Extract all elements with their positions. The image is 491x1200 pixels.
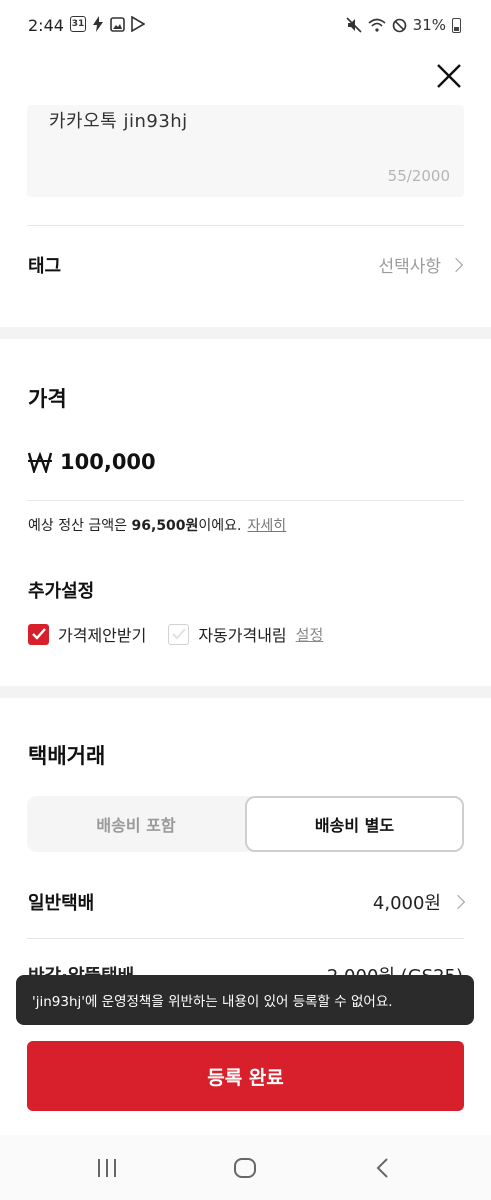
bolt-icon — [93, 16, 103, 32]
auto-price-drop-checkbox[interactable]: 자동가격내림 설정 — [168, 622, 323, 646]
tag-label: 태그 — [28, 256, 62, 277]
extra-settings-title: 추가설정 — [28, 581, 95, 602]
status-system-icons: 31% — [346, 16, 461, 34]
calendar-icon: 31 — [70, 16, 86, 32]
auto-price-drop-label: 자동가격내림 — [198, 626, 287, 645]
price-offer-checkbox[interactable]: 가격제안받기 — [28, 622, 146, 646]
shipping-option-price: 4,000원 — [372, 893, 441, 914]
shipping-fee-toggle: 배송비 포함 배송비 별도 — [27, 796, 464, 852]
price-amount: 100,000 — [60, 450, 156, 474]
toast-message: 'jin93hj'에 운영정책을 위반하는 내용이 있어 등록할 수 없어요. — [32, 994, 393, 1010]
status-bar: 2:44 31 31% — [0, 0, 491, 52]
setting-link[interactable]: 설정 — [296, 624, 324, 645]
checkbox-unchecked-icon — [168, 623, 190, 645]
back-icon[interactable] — [375, 1157, 389, 1179]
extra-options: 가격제안받기 자동가격내림 설정 — [28, 622, 323, 646]
description-text: 카카오톡 jin93hj — [49, 111, 188, 132]
tab-shipping-separate[interactable]: 배송비 별도 — [245, 796, 464, 852]
description-char-count: 55/2000 — [387, 167, 450, 185]
battery-percent: 31% — [412, 16, 446, 34]
chevron-right-icon — [448, 257, 464, 272]
shipping-option-row[interactable]: 일반택배 4,000원 — [28, 889, 466, 915]
shipping-option-price-group: 4,000원 — [372, 889, 466, 915]
shipping-option-label: 일반택배 — [28, 893, 95, 914]
image-icon — [110, 16, 125, 32]
home-icon[interactable] — [233, 1157, 257, 1179]
chevron-right-icon — [450, 894, 466, 910]
close-icon — [437, 64, 461, 88]
price-section-title: 가격 — [28, 387, 67, 411]
no-disturb-icon — [392, 18, 406, 32]
settle-amount: 96,500원 — [131, 518, 199, 534]
battery-icon — [452, 17, 461, 33]
tag-value: 선택사항 — [378, 257, 441, 277]
settle-suffix: 이에요. — [198, 518, 242, 534]
settle-prefix: 예상 정산 금액은 — [28, 518, 132, 534]
status-time: 2:44 — [28, 16, 64, 35]
close-button[interactable] — [433, 60, 465, 92]
submit-button[interactable]: 등록 완료 — [27, 1041, 464, 1111]
divider — [27, 938, 464, 939]
settlement-info: 예상 정산 금액은 96,500원이에요. 자세히 — [28, 515, 286, 535]
system-nav-bar — [0, 1135, 491, 1200]
shipping-section-title: 택배거래 — [28, 744, 106, 768]
divider — [27, 225, 464, 226]
description-textarea[interactable]: 카카오톡 jin93hj 55/2000 — [27, 105, 464, 197]
error-toast: 'jin93hj'에 운영정책을 위반하는 내용이 있어 등록할 수 없어요. — [16, 975, 474, 1025]
mute-icon — [346, 17, 362, 33]
section-separator — [0, 327, 491, 339]
price-input[interactable]: 100,000 — [28, 450, 156, 474]
status-notification-icons: 31 — [70, 16, 145, 32]
checkbox-checked-icon — [28, 623, 49, 645]
won-icon — [28, 451, 52, 473]
tab-shipping-included[interactable]: 배송비 포함 — [27, 796, 245, 852]
tag-selector[interactable]: 선택사항 — [378, 252, 464, 277]
recent-apps-icon[interactable] — [96, 1158, 118, 1178]
divider — [27, 500, 464, 501]
price-offer-label: 가격제안받기 — [58, 626, 147, 645]
wifi-icon — [368, 18, 386, 32]
section-separator — [0, 686, 491, 698]
play-store-icon — [131, 16, 145, 32]
detail-link[interactable]: 자세히 — [248, 518, 287, 534]
